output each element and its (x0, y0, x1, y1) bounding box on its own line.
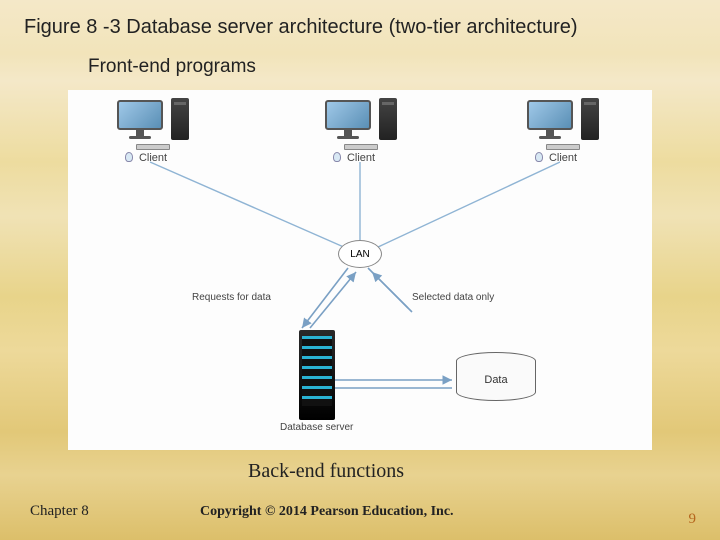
data-label: Data (456, 374, 536, 386)
database-cylinder-icon: Data (456, 352, 536, 410)
chapter-label: Chapter 8 (30, 503, 89, 520)
monitor-icon (527, 100, 573, 140)
keyboard-icon (344, 144, 378, 150)
mouse-icon (333, 152, 341, 162)
client-workstation: Client (286, 98, 436, 164)
keyboard-icon (546, 144, 580, 150)
server-label: Database server (280, 422, 353, 433)
mouse-icon (535, 152, 543, 162)
page-number: 9 (689, 511, 697, 528)
pc-tower-icon (379, 98, 397, 140)
client-label: Client (488, 152, 638, 164)
monitor-icon (325, 100, 371, 140)
server-rack-icon (299, 330, 335, 420)
data-store: Data (456, 352, 536, 410)
client-label: Client (286, 152, 436, 164)
client-workstation: Client (488, 98, 638, 164)
pc-tower-icon (171, 98, 189, 140)
frontend-heading: Front-end programs (88, 56, 256, 78)
pc-tower-icon (581, 98, 599, 140)
backend-heading: Back-end functions (248, 460, 404, 483)
client-workstation: Client (78, 98, 228, 164)
architecture-diagram: Client Client Client LAN Requests for da… (68, 90, 652, 450)
client-label: Client (78, 152, 228, 164)
database-server: Database server (280, 330, 353, 433)
selected-label: Selected data only (412, 292, 494, 303)
lan-node: LAN (338, 240, 382, 268)
figure-title: Figure 8 -3 Database server architecture… (24, 16, 578, 39)
requests-label: Requests for data (192, 292, 271, 303)
mouse-icon (125, 152, 133, 162)
monitor-icon (117, 100, 163, 140)
copyright-text: Copyright © 2014 Pearson Education, Inc. (200, 504, 454, 520)
keyboard-icon (136, 144, 170, 150)
